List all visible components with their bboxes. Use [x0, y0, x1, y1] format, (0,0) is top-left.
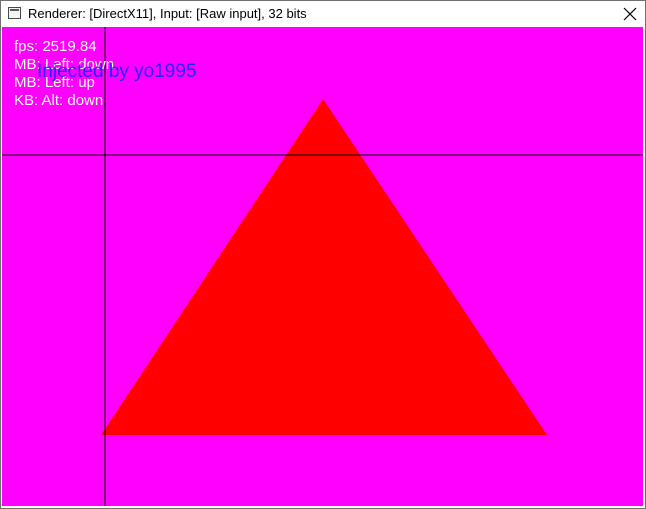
app-window-icon[interactable] [8, 7, 21, 19]
close-button[interactable] [615, 1, 645, 27]
render-canvas[interactable]: fps: 2519.84 MB: Left: down MB: Left: up… [2, 27, 643, 506]
title-bar[interactable]: Renderer: [DirectX11], Input: [Raw input… [1, 1, 645, 27]
injected-watermark: Injected by yo1995 [37, 61, 197, 82]
fps-readout: fps: 2519.84 [14, 38, 97, 55]
red-triangle [101, 99, 547, 435]
keyboard-status: KB: Alt: down [14, 92, 104, 109]
window-title: Renderer: [DirectX11], Input: [Raw input… [28, 6, 307, 21]
app-window: Renderer: [DirectX11], Input: [Raw input… [0, 0, 646, 509]
close-icon [623, 7, 637, 21]
